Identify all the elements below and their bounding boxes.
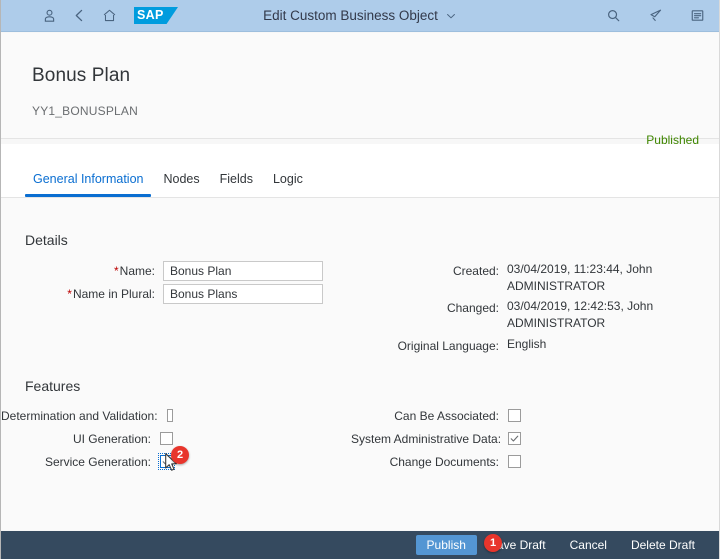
home-icon[interactable] bbox=[94, 1, 124, 31]
name-input[interactable] bbox=[163, 261, 323, 281]
shell-bar-left-group: SAP bbox=[0, 1, 178, 31]
name-in-plural-input[interactable] bbox=[163, 284, 323, 304]
service-generation-label: Service Generation: bbox=[44, 455, 151, 469]
object-page-header: Bonus Plan YY1_BONUSPLAN Published bbox=[1, 33, 719, 147]
user-icon[interactable] bbox=[34, 1, 64, 31]
application-window: SAP Edit Custom Business Object Bonus Pl… bbox=[0, 0, 720, 559]
changed-value: 03/04/2019, 12:42:53, John ADMINISTRATOR bbox=[507, 299, 654, 330]
shell-title-text[interactable]: Edit Custom Business Object bbox=[263, 8, 438, 23]
tab-general-information[interactable]: General Information bbox=[23, 172, 153, 197]
original-language-value: English bbox=[507, 337, 547, 351]
footer-toolbar: Publish Save Draft Cancel Delete Draft bbox=[1, 531, 719, 559]
tab-bar: General Information Nodes Fields Logic bbox=[1, 144, 719, 198]
change-documents-checkbox[interactable] bbox=[508, 455, 521, 468]
annotation-badge-1: 1 bbox=[484, 534, 502, 552]
form-row-system-administrative-data: System Administrative Data: bbox=[351, 429, 703, 449]
form-row-original-language: Original Language: English bbox=[351, 336, 703, 356]
created-label: Created: bbox=[452, 264, 499, 278]
shell-bar: SAP Edit Custom Business Object bbox=[0, 0, 720, 32]
tab-nodes[interactable]: Nodes bbox=[153, 172, 209, 197]
form-row-name-plural: *Name in Plural: bbox=[1, 284, 323, 304]
system-administrative-data-label: System Administrative Data: bbox=[351, 432, 502, 446]
form-row-created: Created: 03/04/2019, 11:23:44, John ADMI… bbox=[351, 261, 703, 295]
annotation-badge-2: 2 bbox=[171, 446, 189, 464]
form-row-name: *Name: bbox=[1, 261, 323, 281]
publish-button[interactable]: Publish bbox=[415, 535, 477, 555]
tab-logic[interactable]: Logic bbox=[263, 172, 313, 197]
form-row-determination-and-validation: Determination and Validation: bbox=[1, 406, 323, 426]
chevron-down-icon[interactable] bbox=[445, 10, 457, 22]
determination-and-validation-label: Determination and Validation: bbox=[1, 409, 158, 423]
changed-label: Changed: bbox=[446, 301, 499, 315]
name-in-plural-label: *Name in Plural: bbox=[67, 287, 155, 301]
form-row-change-documents: Change Documents: bbox=[351, 452, 703, 472]
megaphone-icon[interactable] bbox=[640, 1, 670, 31]
form-row-service-generation: Service Generation: bbox=[1, 452, 323, 472]
form-row-changed: Changed: 03/04/2019, 12:42:53, John ADMI… bbox=[351, 298, 703, 332]
original-language-label: Original Language: bbox=[397, 339, 499, 353]
cancel-button[interactable]: Cancel bbox=[558, 535, 619, 555]
page-title: Bonus Plan bbox=[32, 65, 131, 86]
form-row-can-be-associated: Can Be Associated: bbox=[351, 406, 703, 426]
required-marker: * bbox=[67, 287, 72, 301]
shell-bar-right-group bbox=[598, 1, 712, 31]
search-icon[interactable] bbox=[598, 1, 628, 31]
created-value: 03/04/2019, 11:23:44, John ADMINISTRATOR bbox=[507, 262, 653, 293]
name-label: *Name: bbox=[113, 264, 155, 278]
tab-fields[interactable]: Fields bbox=[210, 172, 263, 197]
page-subtitle: YY1_BONUSPLAN bbox=[32, 104, 138, 118]
sap-logo[interactable]: SAP bbox=[134, 7, 178, 24]
sap-logo-text: SAP bbox=[137, 8, 164, 22]
determination-and-validation-checkbox[interactable] bbox=[166, 409, 173, 422]
back-icon[interactable] bbox=[64, 1, 94, 31]
ui-generation-label: UI Generation: bbox=[72, 432, 151, 446]
list-icon[interactable] bbox=[682, 1, 712, 31]
ui-generation-checkbox[interactable] bbox=[160, 432, 173, 445]
features-section-title: Features bbox=[25, 378, 81, 394]
page-content: Details *Name: *Name in Plural: Created:… bbox=[1, 198, 719, 530]
system-administrative-data-checkbox[interactable] bbox=[508, 432, 521, 445]
required-marker: * bbox=[113, 264, 119, 278]
form-row-ui-generation: UI Generation: bbox=[1, 429, 323, 449]
can-be-associated-checkbox[interactable] bbox=[508, 409, 521, 422]
delete-draft-button[interactable]: Delete Draft bbox=[619, 535, 707, 555]
details-section-title: Details bbox=[25, 232, 68, 248]
change-documents-label: Change Documents: bbox=[389, 455, 499, 469]
can-be-associated-label: Can Be Associated: bbox=[394, 409, 499, 423]
